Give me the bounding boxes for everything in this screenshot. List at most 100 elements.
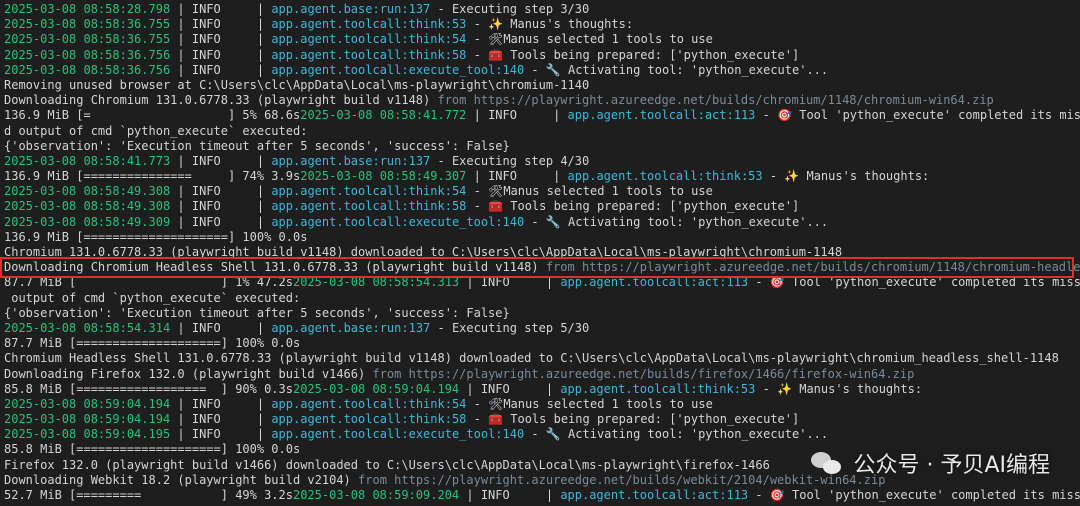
log-message: - Executing step 4/30 (430, 153, 590, 168)
log-source: app.agent.toolcall:execute_tool:140 (271, 62, 525, 77)
log-text: 87.7 MiB [ ] 1% 47.2s (4, 275, 293, 290)
log-source: app.agent.toolcall:think:58 (271, 199, 467, 214)
log-text: 52.7 MiB [========= ] 49% 3.2s (4, 488, 293, 502)
log-timestamp: 2025-03-08 08:58:41.772 (300, 108, 467, 123)
log-timestamp: 2025-03-08 08:58:49.308 (4, 184, 171, 199)
terminal-output: 2025-03-08 08:58:28.798 | INFO | app.age… (4, 2, 1080, 503)
log-line: 136.9 MiB [====================] 100% 0.… (4, 230, 1080, 245)
watermark-text: 公众号 · 予贝AI编程 (853, 453, 1050, 478)
log-line: d output of cmd `python_execute` execute… (4, 124, 1080, 139)
log-line: 87.7 MiB [====================] 100% 0.0… (4, 336, 1080, 351)
log-line: 2025-03-08 08:58:54.314 | INFO | app.age… (4, 321, 1080, 336)
log-message: - 🔧 Activating tool: 'python_execute'... (524, 427, 829, 442)
log-timestamp: 2025-03-08 08:59:04.195 (4, 427, 171, 442)
log-timestamp: 2025-03-08 08:58:28.798 (4, 2, 171, 16)
log-line: 2025-03-08 08:59:04.194 | INFO | app.age… (4, 397, 1080, 412)
wechat-logo-icon (809, 448, 845, 478)
log-text: output of cmd `python_execute` executed: (4, 290, 301, 305)
log-timestamp: 2025-03-08 08:58:49.307 (300, 169, 467, 184)
log-text: 85.8 MiB [====================] 100% 0.0… (4, 442, 301, 457)
log-text: Downloading Webkit 18.2 (playwright buil… (4, 472, 359, 487)
log-message: - 🛠Manus selected 1 tools to use (466, 396, 713, 411)
log-level: | INFO | (170, 2, 272, 16)
log-line: 136.9 MiB [= ] 5% 68.6s2025-03-08 08:58:… (4, 108, 1080, 123)
log-url: from https://playwright.azureedge.net/bu… (358, 472, 886, 487)
log-line: Removing unused browser at C:\Users\clc\… (4, 78, 1080, 93)
log-timestamp: 2025-03-08 08:59:04.194 (292, 381, 460, 396)
log-line: 2025-03-08 08:58:49.308 | INFO | app.age… (4, 184, 1080, 199)
log-level: | INFO | (170, 320, 272, 335)
log-source: app.agent.toolcall:think:58 (271, 412, 467, 427)
log-message: - 🎯 Tool 'python_execute' completed its … (755, 275, 1080, 290)
log-message: - Executing step 5/30 (430, 320, 590, 335)
log-text: Downloading Chromium 131.0.6778.33 (play… (4, 93, 438, 108)
log-text: 85.8 MiB [================== ] 90% 0.3s (4, 381, 293, 396)
log-level: | INFO | (170, 153, 272, 168)
log-message: - 🛠Manus selected 1 tools to use (466, 32, 713, 47)
log-level: | INFO | (170, 427, 272, 442)
log-message: - ✨ Manus's thoughts: (762, 169, 930, 184)
log-text: d output of cmd `python_execute` execute… (4, 123, 308, 138)
log-timestamp: 2025-03-08 08:58:36.756 (4, 47, 171, 62)
log-timestamp: 2025-03-08 08:59:09.204 (292, 488, 460, 502)
log-text: {'observation': 'Execution timeout after… (4, 305, 510, 320)
log-line: 2025-03-08 08:58:28.798 | INFO | app.age… (4, 2, 1080, 17)
log-source: app.agent.toolcall:think:58 (271, 47, 467, 62)
log-text: Chromium Headless Shell 131.0.6778.33 (p… (4, 351, 1059, 366)
log-message: - 🧰 Tools being prepared: ['python_execu… (466, 47, 800, 62)
log-message: - ✨ Manus's thoughts: (755, 381, 923, 396)
log-text: Chromium 131.0.6778.33 (playwright build… (4, 245, 843, 259)
log-text: 136.9 MiB [====================] 100% 0.… (4, 229, 308, 244)
log-message: - 🔧 Activating tool: 'python_execute'... (524, 214, 829, 229)
log-line: 2025-03-08 08:58:36.756 | INFO | app.age… (4, 48, 1080, 63)
log-level: | INFO | (170, 396, 272, 411)
log-line: 2025-03-08 08:58:36.756 | INFO | app.age… (4, 63, 1080, 78)
log-line: 2025-03-08 08:58:49.309 | INFO | app.age… (4, 215, 1080, 230)
log-text: Removing unused browser at C:\Users\clc\… (4, 77, 590, 92)
log-line: 2025-03-08 08:58:36.755 | INFO | app.age… (4, 17, 1080, 32)
log-timestamp: 2025-03-08 08:58:54.313 (292, 275, 460, 290)
log-level: | INFO | (466, 169, 568, 184)
log-level: | INFO | (170, 184, 272, 199)
log-message: - 🎯 Tool 'python_execute' completed its … (762, 108, 1080, 123)
log-message: - 🧰 Tools being prepared: ['python_execu… (466, 199, 800, 214)
log-line: 136.9 MiB [=============== ] 74% 3.9s202… (4, 169, 1080, 184)
log-text: Downloading Firefox 132.0 (playwright bu… (4, 366, 373, 381)
log-timestamp: 2025-03-08 08:59:04.194 (4, 412, 171, 427)
log-source: app.agent.toolcall:think:53 (567, 169, 763, 184)
log-text: 136.9 MiB [=============== ] 74% 3.9s (4, 169, 301, 184)
log-message: - 🔧 Activating tool: 'python_execute'... (524, 62, 829, 77)
log-level: | INFO | (170, 199, 272, 214)
log-line: Chromium Headless Shell 131.0.6778.33 (p… (4, 351, 1080, 366)
log-line: 52.7 MiB [========= ] 49% 3.2s2025-03-08… (4, 488, 1080, 503)
log-source: app.agent.toolcall:think:54 (271, 396, 467, 411)
log-line: {'observation': 'Execution timeout after… (4, 306, 1080, 321)
log-line: 2025-03-08 08:59:04.194 | INFO | app.age… (4, 412, 1080, 427)
log-url: from https://playwright.azureedge.net/bu… (545, 260, 1080, 275)
log-line: Downloading Chromium 131.0.6778.33 (play… (4, 93, 1080, 108)
log-line: 2025-03-08 08:59:04.195 | INFO | app.age… (4, 427, 1080, 442)
log-source: app.agent.base:run:137 (271, 2, 431, 16)
log-message: - 🛠Manus selected 1 tools to use (466, 184, 713, 199)
log-message: - ✨ Manus's thoughts: (466, 17, 634, 32)
log-timestamp: 2025-03-08 08:58:49.309 (4, 214, 171, 229)
log-line: 87.7 MiB [ ] 1% 47.2s2025-03-08 08:58:54… (4, 275, 1080, 290)
log-message: - 🧰 Tools being prepared: ['python_execu… (466, 412, 800, 427)
log-level: | INFO | (170, 62, 272, 77)
log-line: 2025-03-08 08:58:49.308 | INFO | app.age… (4, 199, 1080, 214)
log-level: | INFO | (459, 275, 561, 290)
log-line: Downloading Chromium Headless Shell 131.… (4, 260, 1080, 275)
log-line: 85.8 MiB [================== ] 90% 0.3s2… (4, 382, 1080, 397)
log-level: | INFO | (466, 108, 568, 123)
log-level: | INFO | (170, 214, 272, 229)
log-url: from https://playwright.azureedge.net/bu… (437, 93, 994, 108)
log-line: Downloading Firefox 132.0 (playwright bu… (4, 367, 1080, 382)
log-line: {'observation': 'Execution timeout after… (4, 139, 1080, 154)
log-url: from https://playwright.azureedge.net/bu… (372, 366, 915, 381)
log-timestamp: 2025-03-08 08:58:36.755 (4, 17, 171, 32)
log-text: {'observation': 'Execution timeout after… (4, 138, 510, 153)
log-source: app.agent.toolcall:act:113 (560, 275, 749, 290)
watermark: 公众号 · 予贝AI编程 (809, 447, 1050, 479)
log-message: - Executing step 3/30 (430, 2, 590, 16)
log-level: | INFO | (459, 381, 561, 396)
